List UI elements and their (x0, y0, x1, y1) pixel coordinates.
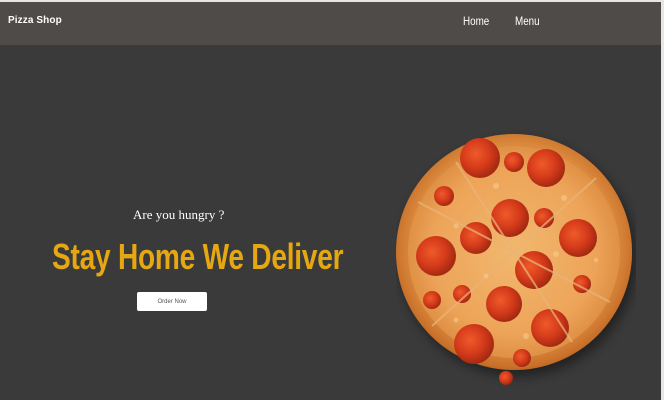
nav-link-home[interactable]: Home (463, 14, 489, 28)
nav-links: Home Menu (463, 14, 545, 28)
navbar: Pizza Shop Home Menu (0, 2, 661, 45)
hero-title: Stay Home We Deliver (52, 236, 344, 277)
brand-logo[interactable]: Pizza Shop (8, 15, 62, 26)
hero-subtitle: Are you hungry ? (133, 207, 225, 222)
pepperoni-pizza-image (396, 134, 632, 385)
page: Pizza Shop Home Menu Are you hungry ? St… (0, 0, 664, 400)
nav-link-menu[interactable]: Menu (515, 14, 540, 28)
order-now-button[interactable]: Order Now (137, 292, 207, 311)
